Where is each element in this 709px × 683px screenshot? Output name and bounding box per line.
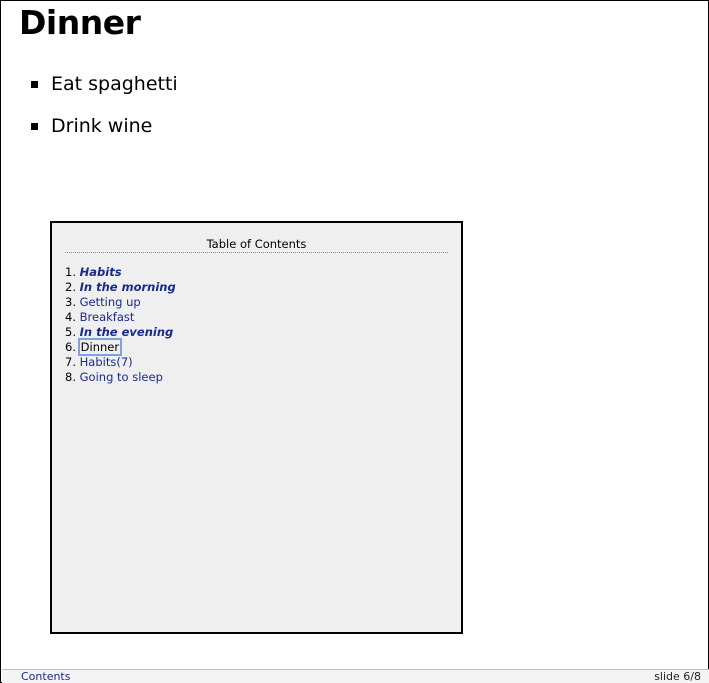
toc-link-breakfast[interactable]: Breakfast xyxy=(80,310,135,324)
slide-footer: Contents slide 6/8 xyxy=(2,669,709,683)
toc-item-number: 1. xyxy=(65,265,76,279)
toc-item-number: 7. xyxy=(65,355,76,369)
slide-title: Dinner xyxy=(19,3,141,42)
toc-item: 2. In the morning xyxy=(65,280,176,295)
toc-item: 7. Habits(7) xyxy=(65,355,176,370)
bullet-text: Eat spaghetti xyxy=(51,72,178,95)
slide-counter: slide 6/8 xyxy=(654,670,701,683)
toc-item: 1. Habits xyxy=(65,265,176,280)
toc-item-number: 4. xyxy=(65,310,76,324)
toc-item: 3. Getting up xyxy=(65,295,176,310)
toc-link-in-the-evening[interactable]: In the evening xyxy=(80,325,174,339)
toc-item-number: 6. xyxy=(65,340,76,354)
toc-link-habits[interactable]: Habits xyxy=(80,265,122,279)
toc-link-going-to-sleep[interactable]: Going to sleep xyxy=(80,370,163,384)
toc-link-getting-up[interactable]: Getting up xyxy=(80,295,141,309)
toc-link-habits-7[interactable]: Habits(7) xyxy=(80,355,133,369)
toc-link-dinner-current[interactable]: Dinner xyxy=(77,338,123,356)
toc-link-in-the-morning[interactable]: In the morning xyxy=(80,280,176,294)
bullet-square-icon xyxy=(31,122,38,130)
toc-item-number: 3. xyxy=(65,295,76,309)
toc-item: 5. In the evening xyxy=(65,325,176,340)
bullet-list: Eat spaghetti Drink wine xyxy=(31,63,178,147)
slide-frame: Dinner Eat spaghetti Drink wine Table of… xyxy=(0,0,709,683)
bullet-square-icon xyxy=(31,80,38,88)
bullet-item: Drink wine xyxy=(31,105,178,147)
toc-item: 8. Going to sleep xyxy=(65,370,176,385)
toc-list: 1. Habits 2. In the morning 3. Getting u… xyxy=(65,265,176,385)
toc-heading: Table of Contents xyxy=(65,237,448,253)
toc-item-number: 2. xyxy=(65,280,76,294)
toc-item: 6. Dinner xyxy=(65,338,176,356)
toc-item: 4. Breakfast xyxy=(65,310,176,325)
contents-link[interactable]: Contents xyxy=(21,670,70,683)
bullet-text: Drink wine xyxy=(51,114,153,137)
toc-item-number: 8. xyxy=(65,370,76,384)
bullet-item: Eat spaghetti xyxy=(31,63,178,105)
toc-item-number: 5. xyxy=(65,325,76,339)
table-of-contents-panel: Table of Contents 1. Habits 2. In the mo… xyxy=(50,221,463,634)
